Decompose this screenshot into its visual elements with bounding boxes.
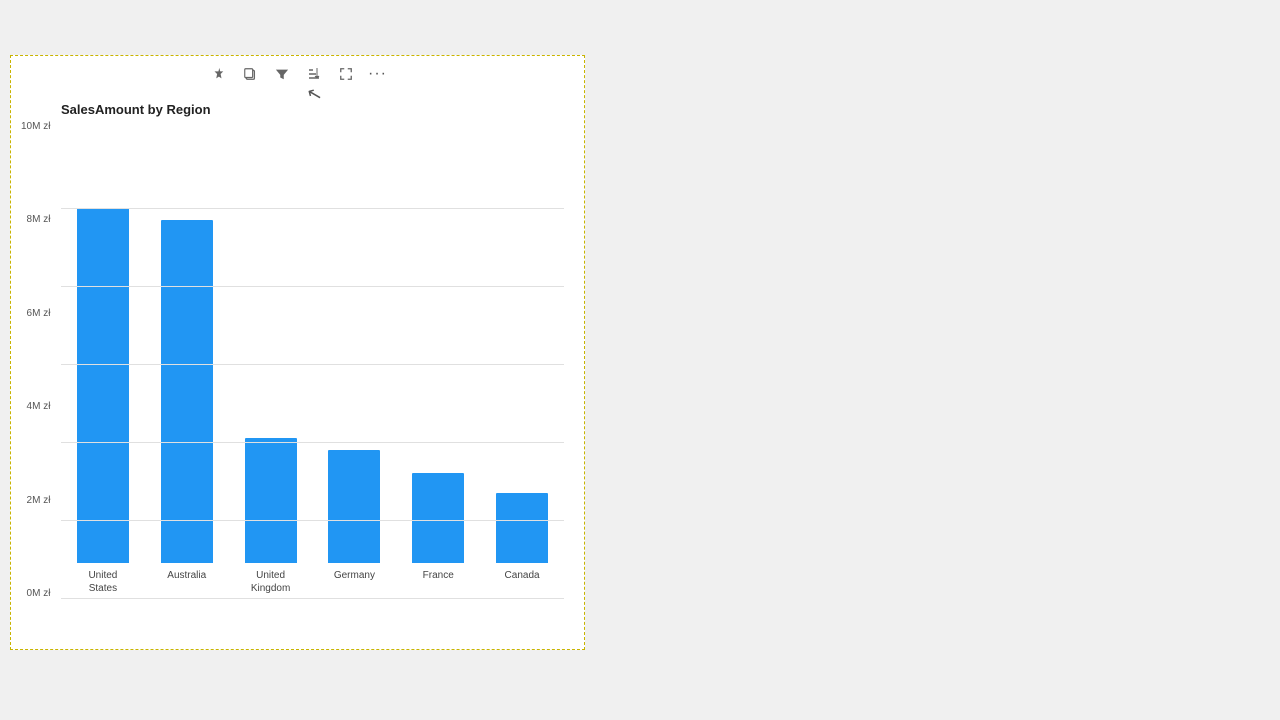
bar-france[interactable] bbox=[412, 473, 464, 563]
copy-button[interactable] bbox=[238, 62, 262, 86]
bar-label-australia: Australia bbox=[167, 569, 206, 599]
y-tick-2m: 2M zł bbox=[27, 495, 51, 506]
y-tick-4m: 4M zł bbox=[27, 401, 51, 412]
filter-button[interactable] bbox=[270, 62, 294, 86]
more-dots: ··· bbox=[368, 65, 387, 83]
pin-button[interactable] bbox=[206, 62, 230, 86]
bar-uk[interactable] bbox=[245, 438, 297, 563]
bar-group-france[interactable]: France bbox=[396, 473, 480, 599]
bar-label-germany: Germany bbox=[334, 569, 375, 599]
bar-australia[interactable] bbox=[161, 220, 213, 563]
bar-group-australia[interactable]: Australia bbox=[145, 220, 229, 599]
bar-label-uk: UnitedKingdom bbox=[251, 569, 290, 599]
y-tick-0m: 0M zł bbox=[27, 588, 51, 599]
bar-germany[interactable] bbox=[328, 450, 380, 563]
chart-title: SalesAmount by Region bbox=[61, 102, 564, 117]
y-tick-6m: 6M zł bbox=[27, 308, 51, 319]
bar-group-uk[interactable]: UnitedKingdom bbox=[229, 438, 313, 599]
chart-toolbar: ··· ↖ bbox=[11, 56, 584, 92]
y-axis: 10M zł 8M zł 6M zł 4M zł 2M zł 0M zł bbox=[21, 121, 50, 599]
bar-group-canada[interactable]: Canada bbox=[480, 493, 564, 599]
bar-label-canada: Canada bbox=[505, 569, 540, 599]
bar-group-us[interactable]: UnitedStates bbox=[61, 208, 145, 599]
expand-button[interactable] bbox=[334, 62, 358, 86]
bar-us[interactable] bbox=[77, 208, 129, 563]
chart-area: SalesAmount by Region 10M zł 8M zł 6M zł… bbox=[11, 92, 584, 649]
bar-label-us: UnitedStates bbox=[88, 569, 117, 599]
more-button[interactable]: ··· bbox=[366, 62, 390, 86]
chart-widget: ··· ↖ SalesAmount by Region 10M zł 8M zł… bbox=[10, 55, 585, 650]
y-tick-8m: 8M zł bbox=[27, 214, 51, 225]
chart-container: 10M zł 8M zł 6M zł 4M zł 2M zł 0M zł bbox=[61, 121, 564, 629]
bar-canada[interactable] bbox=[496, 493, 548, 563]
y-tick-10m: 10M zł bbox=[21, 121, 50, 132]
bar-label-france: France bbox=[423, 569, 454, 599]
bars-area: UnitedStates Australia UnitedKingdom Ger… bbox=[61, 208, 564, 629]
sort-button[interactable] bbox=[302, 62, 326, 86]
bar-group-germany[interactable]: Germany bbox=[312, 450, 396, 599]
